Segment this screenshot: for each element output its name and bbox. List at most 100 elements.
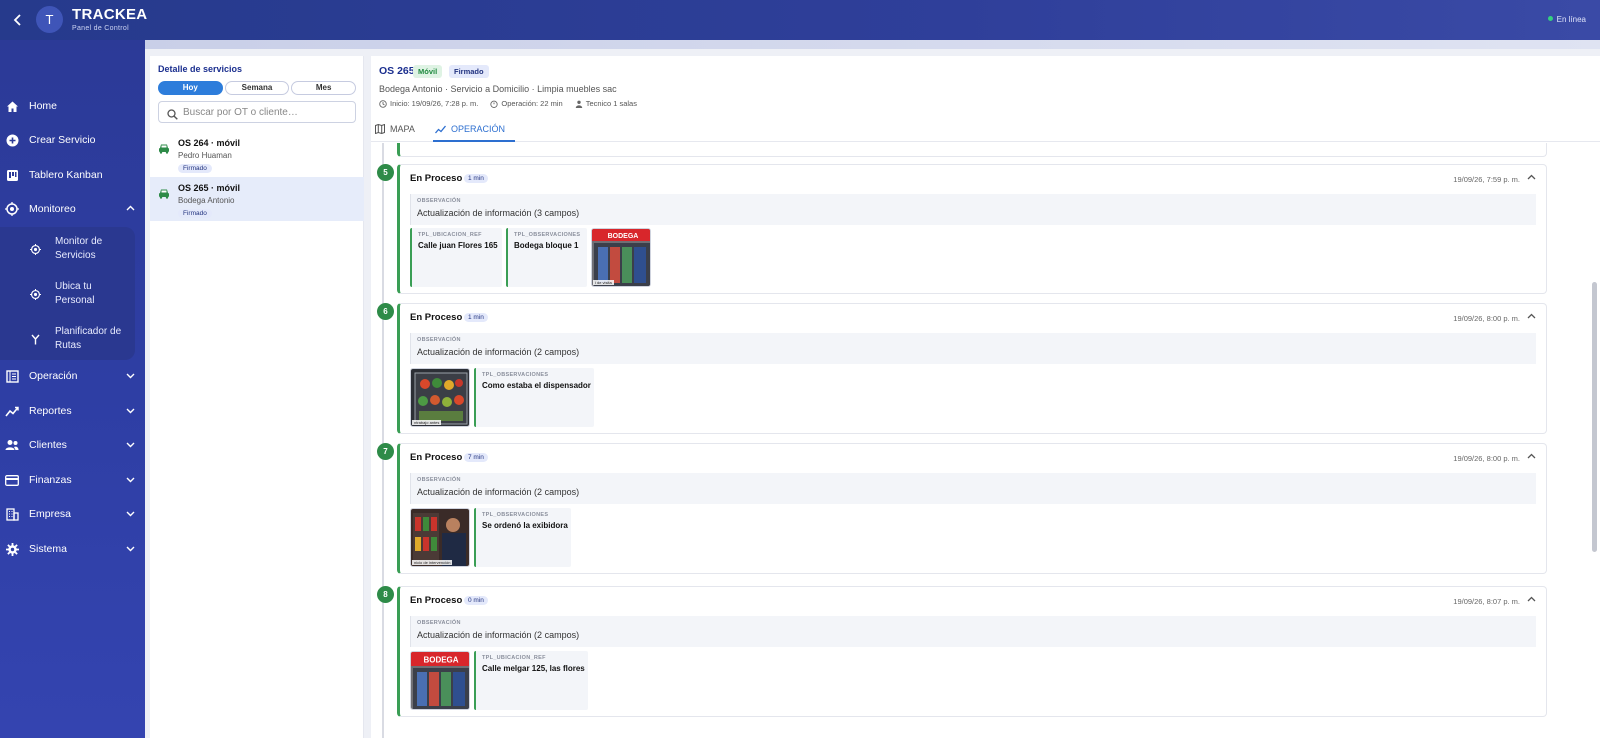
- sidebar-item-crear-servicio[interactable]: Crear Servicio: [0, 126, 145, 154]
- service-name: OS 264 · móvil: [178, 138, 241, 148]
- step-title: En Proceso: [410, 452, 463, 463]
- service-item-os265[interactable]: OS 265 · móvil Bodega Antonio Firmado: [150, 177, 364, 221]
- step-timestamp: 19/09/26, 8:00 p. m.: [1453, 314, 1520, 323]
- storefront-photo-icon: BODEGA: [592, 229, 650, 286]
- observation-label: OBSERVACIÓN: [417, 198, 461, 204]
- start-time: Inicio: 19/09/26, 7:28 p. m.: [379, 99, 478, 108]
- sidebar-item-label: Monitoreo: [29, 203, 76, 215]
- sidebar-item-finanzas[interactable]: Finanzas: [0, 466, 145, 494]
- sidebar-item-monitoreo[interactable]: Monitoreo: [0, 195, 145, 223]
- sidebar-item-operacion[interactable]: Operación: [0, 362, 145, 390]
- chevron-down-icon: [126, 406, 135, 417]
- service-name: OS 265 · móvil: [178, 183, 241, 193]
- monitoreo-submenu: Monitor de Servicios Ubica tu Personal P…: [0, 227, 135, 360]
- step-number: 6: [377, 303, 394, 320]
- sidebar: Home Crear Servicio Tablero Kanban Monit…: [0, 40, 145, 738]
- field-label: TPL_UBICACION_REF: [482, 655, 546, 661]
- back-arrow-icon[interactable]: [9, 11, 27, 29]
- panel-title: Detalle de servicios: [158, 64, 243, 74]
- sidebar-item-clientes[interactable]: Clientes: [0, 431, 145, 459]
- technician: Tecnico 1 salas: [575, 99, 637, 108]
- evidence-photo[interactable]: BODEGA i de visita: [591, 228, 651, 287]
- duration-badge: 0 min: [464, 596, 488, 605]
- detail-subtitle: Bodega Antonio · Servicio a Domicilio · …: [379, 84, 617, 94]
- timeline-line: [382, 143, 384, 738]
- field-card: TPL_UBICACION_REF Calle melgar 125, las …: [474, 651, 588, 710]
- sidebar-item-label: Tablero Kanban: [29, 169, 103, 181]
- period-filter: Hoy Semana Mes: [158, 81, 357, 95]
- status-badge: Firmado: [178, 164, 212, 173]
- sidebar-item-sistema[interactable]: Sistema: [0, 535, 145, 563]
- kanban-icon: [5, 168, 19, 182]
- sidebar-item-reportes[interactable]: Reportes: [0, 397, 145, 425]
- chevron-down-icon: [126, 440, 135, 451]
- chevron-down-icon: [126, 371, 135, 382]
- observation-text: Actualización de información (2 campos): [417, 347, 580, 357]
- avatar[interactable]: T: [36, 6, 63, 33]
- tab-operacion[interactable]: OPERACIÓN: [435, 124, 505, 134]
- field-card: TPL_OBSERVACIONES Como estaba el dispens…: [474, 368, 594, 427]
- chevron-up-icon: [126, 204, 135, 215]
- sidebar-subitem-label: Ubica tu Personal: [55, 281, 95, 306]
- sidebar-item-label: Reportes: [29, 405, 72, 417]
- field-label: TPL_UBICACION_REF: [418, 232, 482, 238]
- step-card: En Proceso 1 min 19/09/26, 8:00 p. m. OB…: [397, 303, 1547, 434]
- timer-icon: [490, 100, 499, 108]
- evidence-photo[interactable]: nicio de intervención: [410, 508, 470, 567]
- sidebar-subitem-ubica-personal[interactable]: Ubica tu Personal: [0, 280, 135, 310]
- tab-mapa[interactable]: MAPA: [375, 124, 415, 134]
- timeline-scrollbar[interactable]: [1592, 282, 1597, 552]
- target-icon: [30, 289, 41, 300]
- start-time-label: Inicio: 19/09/26, 7:28 p. m.: [390, 99, 479, 108]
- chevron-up-icon[interactable]: [1527, 452, 1536, 463]
- step-title: En Proceso: [410, 595, 463, 606]
- sidebar-item-label: Crear Servicio: [29, 134, 96, 146]
- evidence-photo[interactable]: BODEGA: [410, 651, 470, 710]
- target-icon: [30, 244, 41, 255]
- photo-caption: nicio de intervención: [412, 560, 453, 565]
- step-timestamp: 19/09/26, 8:00 p. m.: [1453, 454, 1520, 463]
- step-card: En Proceso 1 min 19/09/26, 7:59 p. m. OB…: [397, 164, 1547, 294]
- chevron-up-icon[interactable]: [1527, 173, 1536, 184]
- observation-label: OBSERVACIÓN: [417, 477, 461, 483]
- car-icon: [158, 141, 170, 154]
- sidebar-item-label: Clientes: [29, 439, 67, 451]
- top-bar: T TRACKEA Panel de Control En línea: [0, 0, 1600, 40]
- step-number: 8: [377, 586, 394, 603]
- card-icon: [5, 473, 19, 487]
- field-value: Calle melgar 125, las flores: [482, 664, 585, 673]
- plus-circle-icon: [5, 133, 19, 147]
- sidebar-item-empresa[interactable]: Empresa: [0, 500, 145, 528]
- sidebar-subitem-label: Planificador de Rutas: [55, 326, 122, 351]
- chevron-down-icon: [126, 509, 135, 520]
- sidebar-item-label: Empresa: [29, 508, 72, 520]
- top-strip: [145, 40, 1600, 49]
- sidebar-subitem-planificador-rutas[interactable]: Planificador de Rutas: [0, 325, 135, 355]
- chevron-up-icon[interactable]: [1527, 312, 1536, 323]
- tab-label: MAPA: [390, 124, 415, 134]
- field-value: Como estaba el dispensador: [482, 381, 591, 390]
- photo-sign-text: BODEGA: [608, 233, 639, 240]
- type-badge: Móvil: [413, 65, 443, 78]
- brand-title: TRACKEA: [72, 6, 148, 23]
- online-status: En línea: [1547, 15, 1586, 24]
- person-icon: [575, 100, 582, 108]
- evidence-photo[interactable]: ntrabajo antes: [410, 368, 470, 427]
- sidebar-item-home[interactable]: Home: [0, 92, 145, 120]
- field-value: Bodega bloque 1: [514, 241, 579, 250]
- target-icon: [5, 202, 19, 216]
- operation-duration-label: Operación: 22 min: [501, 99, 563, 108]
- chevron-down-icon: [126, 544, 135, 555]
- search-input[interactable]: [183, 105, 353, 120]
- service-item-os264[interactable]: OS 264 · móvil Pedro Huaman Firmado: [150, 132, 364, 176]
- filter-hoy[interactable]: Hoy: [158, 81, 223, 95]
- operation-timeline: 5 En Proceso 1 min 19/09/26, 7:59 p. m. …: [371, 143, 1600, 738]
- ledger-icon: [5, 369, 19, 383]
- sidebar-item-tablero-kanban[interactable]: Tablero Kanban: [0, 161, 145, 189]
- sidebar-subitem-monitor-servicios[interactable]: Monitor de Servicios: [0, 235, 135, 265]
- field-label: TPL_OBSERVACIONES: [482, 372, 549, 378]
- chevron-up-icon[interactable]: [1527, 595, 1536, 606]
- filter-semana[interactable]: Semana: [224, 81, 290, 95]
- filter-mes[interactable]: Mes: [291, 81, 357, 95]
- tab-label: OPERACIÓN: [451, 124, 506, 134]
